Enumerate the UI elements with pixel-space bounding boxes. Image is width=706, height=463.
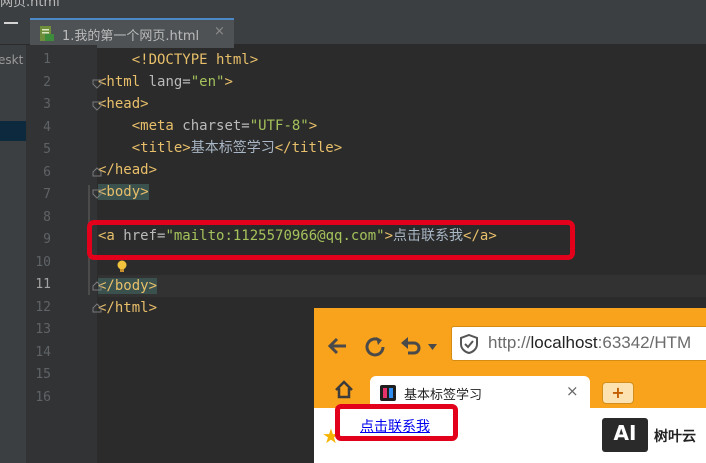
code-line-7: <body> [98,184,149,200]
code-line-4: <meta charset="UTF-8"> [131,118,318,134]
home-icon[interactable] [334,380,354,400]
fold-icon[interactable] [92,79,102,89]
watermark-text: 树叶云 [654,429,696,445]
code-line-11: </body> [98,275,706,297]
undo-icon[interactable] [400,336,422,356]
line-number: 11 [35,277,51,292]
code-line-5: <title>基本标签学习</title> [131,140,343,156]
watermark-logo: AI [602,418,648,452]
window-titlebar: 网页.html [0,0,706,8]
browser-toolbar: http://localhost:63342/HTM [314,308,706,372]
line-number: 13 [35,322,51,337]
minimize-panel-icon[interactable] [4,22,18,24]
reload-icon[interactable] [363,335,387,359]
shield-icon [460,334,478,354]
new-tab-button[interactable]: + [602,382,634,404]
editor-tab-filename: 1.我的第一个网页.html [62,29,200,44]
line-number: 8 [43,209,51,225]
highlight-box-link [335,404,458,441]
line-number: 1 [43,52,51,67]
back-icon[interactable] [326,336,348,356]
dropdown-icon[interactable] [428,344,437,350]
close-icon[interactable]: × [566,382,579,400]
project-sidebar: eskt [0,45,27,463]
sidebar-selection[interactable] [0,121,26,141]
lightbulb-icon[interactable] [116,260,128,274]
address-bar[interactable]: http://localhost:63342/HTM [451,326,706,361]
line-number: 4 [43,119,51,135]
file-html-icon [40,26,54,41]
sidebar-label: eskt [0,53,24,67]
tab-favicon-icon [380,385,396,401]
code-line-2: <html lang="en"> [98,74,233,90]
fold-icon[interactable] [92,101,102,111]
line-number: 12 [35,299,51,315]
fold-icon[interactable] [92,281,102,291]
window-title: 网页.html [0,0,60,8]
fold-icon[interactable] [92,189,102,199]
editor-tab-bar: 1.我的第一个网页.html × [0,8,706,48]
fold-icon[interactable] [92,167,102,177]
editor-tab-file[interactable]: 1.我的第一个网页.html × [30,18,234,48]
close-icon[interactable]: × [214,24,225,39]
highlight-box-code [87,220,575,260]
code-line-3: <head> [98,96,149,112]
line-number: 14 [35,344,51,360]
code-line-6: </head> [98,162,158,178]
line-number: 7 [43,187,51,202]
line-number: 15 [35,367,51,382]
line-number: 10 [35,254,51,270]
line-number: 3 [43,97,51,112]
browser-tab-title: 基本标签学习 [404,388,483,403]
fold-icon[interactable] [92,303,102,313]
browser-tab-strip: 基本标签学习 × + [314,372,706,410]
line-number: 9 [43,232,51,247]
code-line-1: <!DOCTYPE html> [131,52,259,68]
line-number: 2 [43,74,51,90]
line-number: 16 [35,389,51,405]
address-url: http://localhost:63342/HTM [488,333,692,352]
line-number: 6 [43,164,51,180]
line-number: 5 [43,142,51,157]
